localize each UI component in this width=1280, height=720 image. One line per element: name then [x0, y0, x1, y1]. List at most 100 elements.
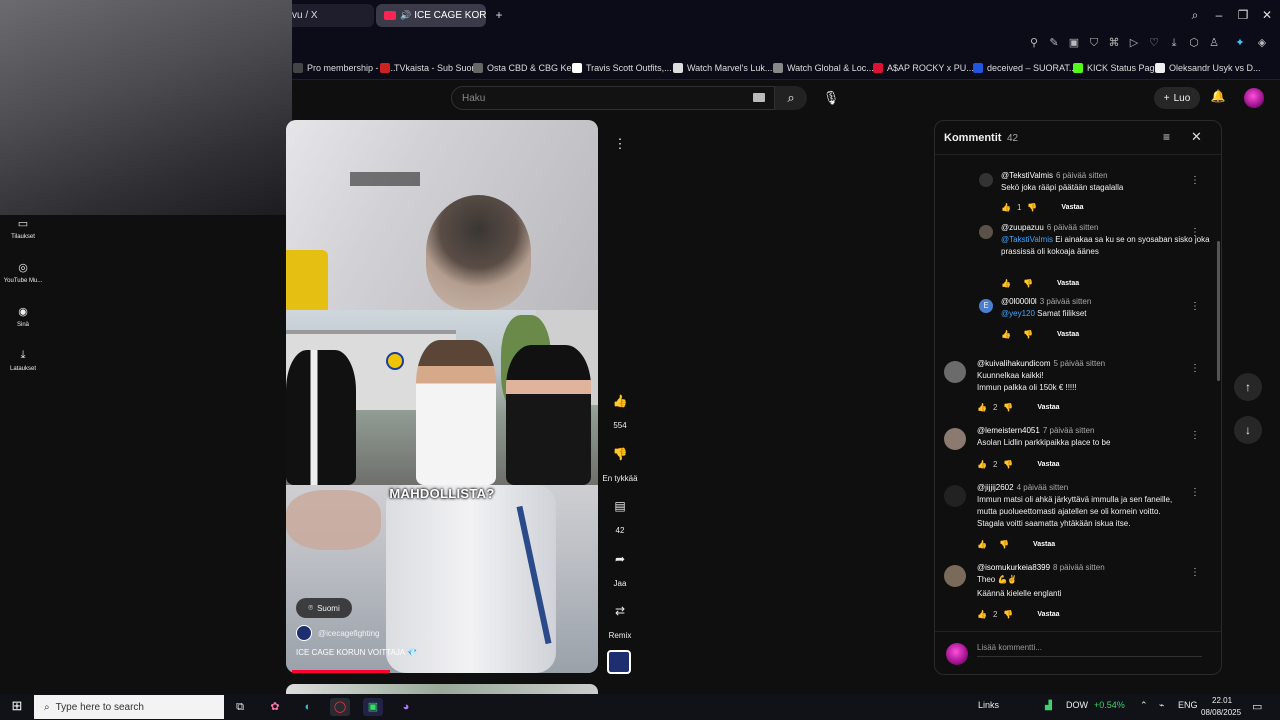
- comment-author[interactable]: @zuupazuu: [1001, 223, 1044, 232]
- comments-scrollbar[interactable]: [1217, 241, 1220, 381]
- location-chip[interactable]: ⌾ Suomi: [296, 598, 352, 618]
- edge-icon[interactable]: ◐: [298, 698, 318, 716]
- comment-more-icon[interactable]: ⋮: [1190, 363, 1200, 374]
- speaker-icon[interactable]: 🔊: [400, 10, 411, 21]
- bookmark-item[interactable]: Oleksandr Usyk vs D...: [1155, 61, 1261, 75]
- comment-more-icon[interactable]: ⋮: [1190, 301, 1200, 312]
- dislike-comment-icon[interactable]: 👎: [1003, 403, 1013, 412]
- like-comment-icon[interactable]: 👍: [977, 540, 987, 549]
- keyboard-icon[interactable]: [753, 93, 765, 102]
- comments-button[interactable]: ▤ 42: [598, 492, 642, 535]
- comment-author-avatar[interactable]: [944, 428, 966, 450]
- copilot-icon[interactable]: ✿: [265, 698, 285, 716]
- bookmark-item[interactable]: Osta CBD & CBG Ke...: [473, 61, 579, 75]
- dislike-comment-icon[interactable]: 👎: [1023, 330, 1033, 339]
- edit-icon[interactable]: ✎: [1046, 35, 1062, 51]
- like-comment-icon[interactable]: 👍: [1001, 203, 1011, 212]
- comment-mention[interactable]: @TakstiValmis: [1001, 235, 1053, 244]
- comment-author[interactable]: @isomukurkeia8399: [977, 563, 1050, 572]
- comment-time[interactable]: 6 päivää sitten: [1056, 171, 1108, 180]
- channel-avatar[interactable]: [296, 625, 312, 641]
- account-avatar[interactable]: [1244, 88, 1264, 108]
- reply-button[interactable]: Vastaa: [1037, 611, 1059, 618]
- restore-button[interactable]: ❐: [1234, 6, 1252, 24]
- video-title[interactable]: ICE CAGE KORUN VOITTAJA 💎: [296, 648, 417, 657]
- bookmark-item[interactable]: Watch Global & Loc...: [773, 61, 874, 75]
- video-progress-bar[interactable]: [292, 670, 390, 673]
- scroll-up-button[interactable]: ↑: [1234, 373, 1262, 401]
- comment-time[interactable]: 6 päivää sitten: [1047, 223, 1099, 232]
- like-comment-icon[interactable]: 👍: [977, 610, 987, 619]
- search-button[interactable]: ⌕: [775, 86, 807, 110]
- comment-author-avatar[interactable]: [944, 485, 966, 507]
- ticker-symbol[interactable]: DOW: [1066, 700, 1088, 710]
- sidebar-item-downloads[interactable]: ⤓ Lataukset: [0, 349, 46, 372]
- sidebar-item-youtube-music[interactable]: ◎ YouTube Mu...: [0, 261, 46, 284]
- dislike-comment-icon[interactable]: 👎: [1027, 203, 1037, 212]
- dislike-comment-icon[interactable]: 👎: [1003, 460, 1013, 469]
- bookmark-item[interactable]: TVkaista - Sub Suora: [380, 61, 480, 75]
- like-comment-icon[interactable]: 👍: [977, 403, 987, 412]
- task-view-icon[interactable]: ⧉: [230, 698, 250, 716]
- play-icon[interactable]: ▷: [1126, 35, 1142, 51]
- bookmark-item[interactable]: deceived – SUORAT...: [973, 61, 1076, 75]
- dislike-comment-icon[interactable]: 👎: [1003, 610, 1013, 619]
- reply-button[interactable]: Vastaa: [1033, 541, 1055, 548]
- notifications-icon[interactable]: 🔔: [1209, 89, 1227, 107]
- reply-button[interactable]: Vastaa: [1057, 280, 1079, 287]
- dislike-button[interactable]: 👎 En tykkää: [598, 440, 642, 483]
- comment-author-avatar[interactable]: E: [979, 299, 993, 313]
- bookmark-item[interactable]: A$AP ROCKY x PU...: [873, 61, 974, 75]
- channel-logo-button[interactable]: [607, 650, 631, 674]
- shield-icon[interactable]: ⛉: [1086, 35, 1102, 51]
- voice-search-button[interactable]: 🎙: [820, 86, 842, 110]
- comment-author[interactable]: @TekstiValmis: [1001, 171, 1053, 180]
- comment-time[interactable]: 4 päivää sitten: [1017, 483, 1069, 492]
- zoom-icon[interactable]: ⚲: [1026, 35, 1042, 51]
- notification-center-icon[interactable]: ▭: [1252, 700, 1262, 713]
- add-comment-input[interactable]: Lisää kommentti...: [977, 641, 1202, 657]
- channel-name[interactable]: @icecagefighting: [318, 629, 380, 638]
- dislike-comment-icon[interactable]: 👎: [1023, 279, 1033, 288]
- app-icon[interactable]: ▣: [363, 698, 383, 716]
- more-options-button[interactable]: ⋮: [606, 130, 634, 158]
- comment-author-avatar[interactable]: [979, 173, 993, 187]
- language-indicator[interactable]: ENG: [1178, 700, 1198, 710]
- reply-button[interactable]: Vastaa: [1037, 461, 1059, 468]
- bookmark-item[interactable]: KICK Status Page: [1073, 61, 1160, 75]
- discord-icon[interactable]: ◕: [396, 698, 416, 716]
- comment-author[interactable]: @0l000l0l: [1001, 297, 1037, 306]
- comment-author-avatar[interactable]: [944, 361, 966, 383]
- comment-more-icon[interactable]: ⋮: [1190, 175, 1200, 186]
- new-tab-button[interactable]: +: [490, 6, 508, 24]
- comment-author-avatar[interactable]: [979, 225, 993, 239]
- comment-more-icon[interactable]: ⋮: [1190, 487, 1200, 498]
- comment-more-icon[interactable]: ⋮: [1190, 430, 1200, 441]
- comment-more-icon[interactable]: ⋮: [1190, 567, 1200, 578]
- translate-link[interactable]: Käännä kielelle englanti: [977, 588, 1187, 600]
- profile-icon[interactable]: ♙: [1206, 35, 1222, 51]
- close-icon[interactable]: ✕: [1191, 129, 1202, 145]
- comment-mention[interactable]: @yey120: [1001, 309, 1035, 318]
- create-button[interactable]: + Luo: [1154, 87, 1200, 109]
- search-input[interactable]: Haku: [451, 86, 775, 110]
- heart-icon[interactable]: ♡: [1146, 35, 1162, 51]
- reply-button[interactable]: Vastaa: [1057, 331, 1079, 338]
- share-button[interactable]: ➦ Jaa: [598, 545, 642, 588]
- comment-author[interactable]: @jijjij2602: [977, 483, 1014, 492]
- browser-tab-active[interactable]: 🔊ICE CAGE KORUN VOI: [376, 4, 486, 27]
- channel-row[interactable]: @icecagefighting: [296, 625, 380, 641]
- clock-date[interactable]: 08/08/2025: [1201, 708, 1241, 717]
- like-comment-icon[interactable]: 👍: [1001, 279, 1011, 288]
- sidebar-item-subscriptions[interactable]: ▭ Tilaukset: [0, 217, 46, 240]
- like-button[interactable]: 👍 554: [598, 387, 642, 430]
- network-icon[interactable]: ⌁: [1159, 700, 1164, 711]
- bookmark-item[interactable]: Watch Marvel's Luk...: [673, 61, 772, 75]
- scroll-down-button[interactable]: ↓: [1234, 416, 1262, 444]
- reply-button[interactable]: Vastaa: [1061, 204, 1083, 211]
- camera-icon[interactable]: ▣: [1066, 35, 1082, 51]
- like-comment-icon[interactable]: 👍: [1001, 330, 1011, 339]
- comment-time[interactable]: 7 päivää sitten: [1043, 426, 1095, 435]
- comment-author[interactable]: @kuivalihakundicom: [977, 359, 1051, 368]
- aria-icon[interactable]: ✦: [1232, 35, 1248, 51]
